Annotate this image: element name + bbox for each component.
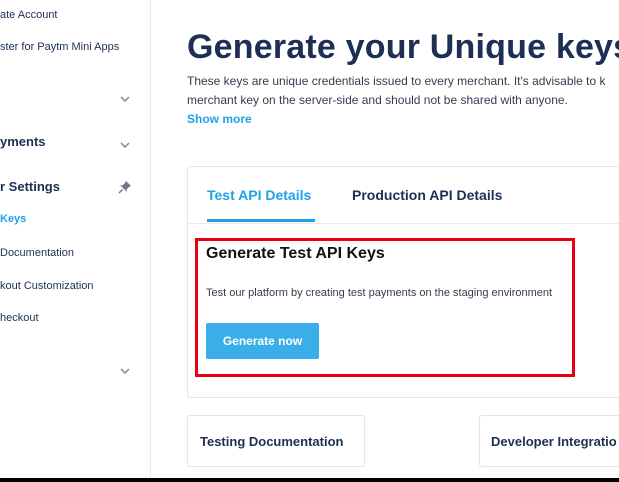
screen: ate Account ster for Paytm Mini Apps yme… — [0, 0, 619, 478]
sidebar-item-payments[interactable]: yments — [0, 134, 46, 149]
sidebar-item-create-account[interactable]: ate Account — [0, 9, 58, 21]
section-description: Test our platform by creating test payme… — [206, 287, 553, 299]
description-line-1: These keys are unique credentials issued… — [187, 74, 606, 88]
tab-production-api-details[interactable]: Production API Details — [352, 187, 502, 203]
developer-integration-card[interactable]: Developer Integratio — [479, 415, 619, 467]
sidebar: ate Account ster for Paytm Mini Apps yme… — [0, 0, 151, 478]
tab-divider — [188, 223, 619, 224]
description-line-2: merchant key on the server-side and shou… — [187, 93, 568, 107]
developer-integration-label: Developer Integratio — [491, 433, 617, 449]
show-more-link[interactable]: Show more — [187, 112, 252, 126]
tab-test-api-details[interactable]: Test API Details — [207, 187, 311, 203]
section-title: Generate Test API Keys — [206, 245, 385, 262]
main-content: Generate your Unique keys These keys are… — [150, 0, 619, 478]
sidebar-item-checkout[interactable]: heckout — [0, 312, 39, 324]
chevron-down-icon[interactable] — [118, 364, 132, 378]
testing-documentation-label: Testing Documentation — [200, 433, 344, 449]
testing-documentation-card[interactable]: Testing Documentation — [187, 415, 365, 467]
active-tab-indicator — [207, 219, 315, 222]
page-title: Generate your Unique keys — [187, 28, 619, 66]
sidebar-item-api-keys[interactable]: Keys — [0, 213, 26, 225]
generate-now-button[interactable]: Generate now — [206, 323, 319, 359]
chevron-down-icon[interactable] — [118, 138, 132, 152]
chevron-down-icon[interactable] — [118, 92, 132, 106]
sidebar-item-register-mini-apps[interactable]: ster for Paytm Mini Apps — [0, 41, 119, 53]
sidebar-item-developer-settings[interactable]: r Settings — [0, 179, 60, 194]
sidebar-item-documentation[interactable]: Documentation — [0, 247, 74, 259]
sidebar-item-checkout-customization[interactable]: kout Customization — [0, 280, 94, 292]
page-description: These keys are unique credentials issued… — [187, 72, 619, 110]
pin-icon[interactable] — [118, 180, 132, 194]
